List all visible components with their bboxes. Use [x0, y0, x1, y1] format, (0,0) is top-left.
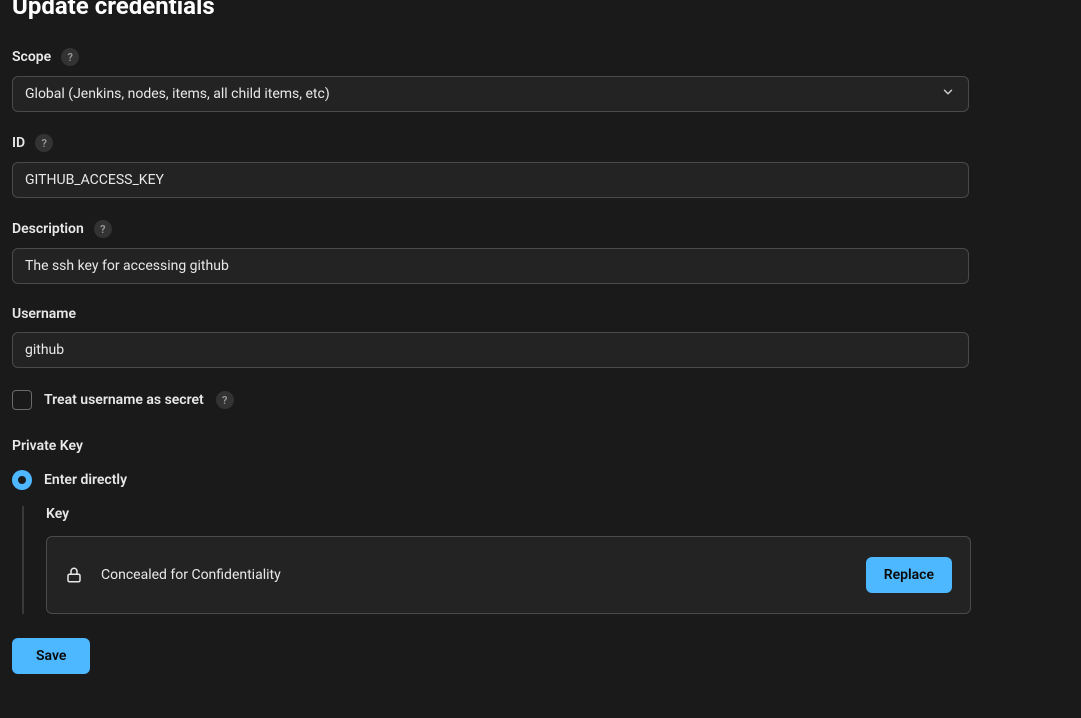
username-label: Username: [12, 306, 76, 322]
page-title: Update credentials: [12, 0, 1069, 20]
help-icon[interactable]: ?: [94, 220, 112, 238]
id-group: ID ?: [12, 134, 1069, 198]
username-group: Username: [12, 306, 1069, 368]
key-subsection: Key Concealed for Confidentiality Replac…: [22, 506, 1069, 614]
scope-label: Scope: [12, 49, 51, 65]
enter-directly-radio[interactable]: [12, 470, 32, 490]
private-key-label: Private Key: [12, 438, 1069, 454]
description-group: Description ?: [12, 220, 1069, 284]
help-icon[interactable]: ?: [216, 391, 234, 409]
username-input[interactable]: [12, 332, 969, 368]
concealed-text: Concealed for Confidentiality: [101, 567, 281, 583]
scope-select[interactable]: Global (Jenkins, nodes, items, all child…: [12, 76, 969, 112]
concealed-key-box: Concealed for Confidentiality Replace: [46, 536, 971, 614]
help-icon[interactable]: ?: [35, 134, 53, 152]
private-key-section: Private Key Enter directly Key Concealed…: [12, 438, 1069, 614]
description-label: Description: [12, 221, 84, 237]
scope-group: Scope ? Global (Jenkins, nodes, items, a…: [12, 48, 1069, 112]
save-button[interactable]: Save: [12, 638, 90, 674]
enter-directly-row: Enter directly: [12, 470, 1069, 490]
id-input[interactable]: [12, 162, 969, 198]
replace-button[interactable]: Replace: [866, 557, 952, 593]
treat-secret-checkbox[interactable]: [12, 390, 32, 410]
lock-icon: [65, 565, 83, 585]
id-label: ID: [12, 135, 25, 151]
treat-secret-label: Treat username as secret: [44, 392, 204, 408]
key-label: Key: [46, 506, 1069, 522]
description-input[interactable]: [12, 248, 969, 284]
treat-secret-row: Treat username as secret ?: [12, 390, 1069, 410]
help-icon[interactable]: ?: [61, 48, 79, 66]
enter-directly-label: Enter directly: [44, 472, 127, 488]
